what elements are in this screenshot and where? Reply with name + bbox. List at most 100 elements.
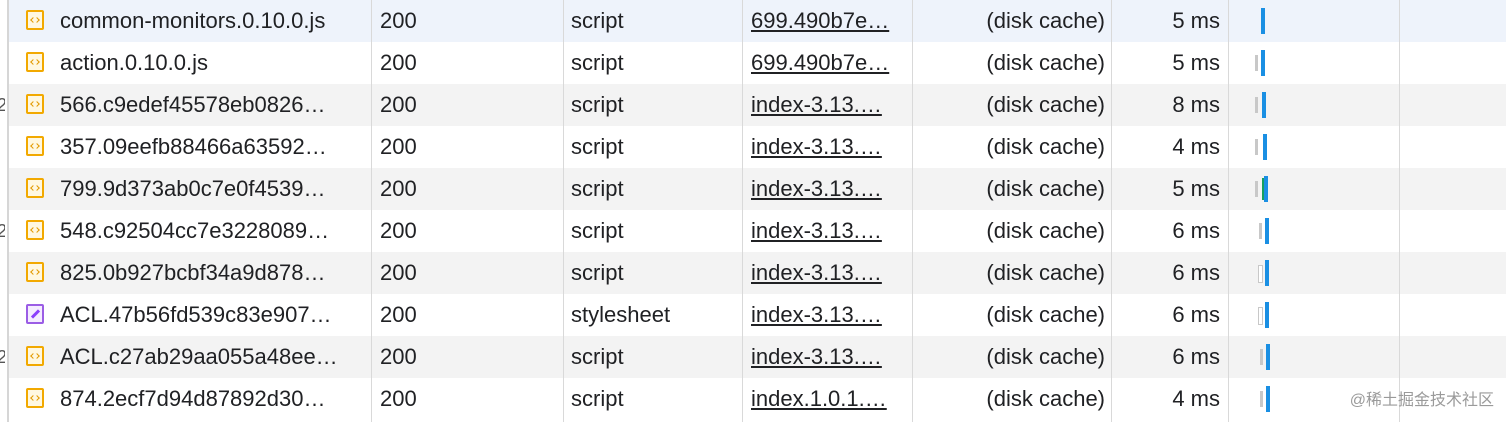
request-name: common-monitors.0.10.0.js: [60, 8, 326, 33]
table-row[interactable]: 799.9d373ab0c7e0f4539… 200 script index-3.1…: [9, 168, 1506, 210]
request-name-cell[interactable]: common-monitors.0.10.0.js: [9, 0, 371, 42]
type-cell: script: [571, 260, 624, 285]
size-cell: (disk cache): [986, 386, 1105, 411]
size-cell: (disk cache): [986, 260, 1105, 285]
waterfall-cell: [1228, 294, 1399, 336]
waterfall-marker: [1262, 178, 1264, 200]
type-cell: script: [571, 218, 624, 243]
waterfall-cell: [1228, 0, 1399, 42]
status-cell: 200: [380, 176, 417, 201]
waterfall-bar: [1261, 8, 1265, 34]
status-cell: 200: [380, 8, 417, 33]
table-row[interactable]: 566.c9edef45578eb0826… 200 script index-3.1…: [9, 84, 1506, 126]
status-cell: 200: [380, 260, 417, 285]
empty-column-cell: [1399, 84, 1506, 126]
waterfall-bar: [1262, 92, 1266, 118]
column-divider: [1228, 0, 1229, 422]
initiator-link[interactable]: index.1.0.1.…: [742, 378, 912, 420]
gutter-fragment: 2: [0, 350, 5, 364]
column-divider: [912, 0, 913, 422]
request-name: ACL.47b56fd539c83e907…: [60, 302, 332, 327]
time-cell: 5 ms: [1172, 50, 1220, 75]
time-cell: 6 ms: [1172, 260, 1220, 285]
waterfall-wait-segment: [1260, 391, 1263, 407]
waterfall-cell: [1228, 126, 1399, 168]
waterfall-wait-segment: [1255, 181, 1258, 197]
waterfall-bar: [1265, 218, 1269, 244]
type-cell: script: [571, 344, 624, 369]
empty-column-cell: [1399, 126, 1506, 168]
time-cell: 5 ms: [1172, 176, 1220, 201]
time-cell: 8 ms: [1172, 92, 1220, 117]
script-file-icon: [26, 10, 44, 30]
waterfall-bar: [1263, 134, 1267, 160]
initiator-link[interactable]: 699.490b7e…: [742, 0, 912, 42]
table-row[interactable]: ACL.47b56fd539c83e907… 200 stylesheet index…: [9, 294, 1506, 336]
request-name-cell[interactable]: action.0.10.0.js: [9, 42, 371, 84]
status-cell: 200: [380, 386, 417, 411]
initiator-link[interactable]: index-3.13.…: [742, 126, 912, 168]
table-row[interactable]: action.0.10.0.js 200 script 699.490b7e… (dis…: [9, 42, 1506, 84]
size-cell: (disk cache): [986, 50, 1105, 75]
size-cell: (disk cache): [986, 302, 1105, 327]
request-name-cell[interactable]: 357.09eefb88466a63592…: [9, 126, 371, 168]
request-name-cell[interactable]: 566.c9edef45578eb0826…: [9, 84, 371, 126]
time-cell: 6 ms: [1172, 218, 1220, 243]
request-name: 825.0b927bcbf34a9d878…: [60, 260, 326, 285]
script-file-icon: [26, 262, 44, 282]
table-row[interactable]: 825.0b927bcbf34a9d878… 200 script index-3.1…: [9, 252, 1506, 294]
empty-column-cell: [1399, 0, 1506, 42]
column-divider: [1111, 0, 1112, 422]
column-divider: [563, 0, 564, 422]
watermark: @稀土掘金技术社区: [1349, 392, 1494, 409]
gutter-fragment: 2: [0, 98, 5, 112]
request-name-cell[interactable]: 825.0b927bcbf34a9d878…: [9, 252, 371, 294]
waterfall-cell: [1228, 42, 1399, 84]
initiator-link[interactable]: 699.490b7e…: [742, 42, 912, 84]
network-request-table: 2 2 2 common-monitors.0.10.0.js 200 script…: [0, 0, 1506, 422]
size-cell: (disk cache): [986, 344, 1105, 369]
table-row[interactable]: ACL.c27ab29aa055a48ee… 200 script index-3.1…: [9, 336, 1506, 378]
size-cell: (disk cache): [986, 176, 1105, 201]
initiator-link[interactable]: index-3.13.…: [742, 210, 912, 252]
request-name-cell[interactable]: 874.2ecf7d94d87892d30…: [9, 378, 371, 420]
initiator-link[interactable]: index-3.13.…: [742, 336, 912, 378]
request-name-cell[interactable]: 799.9d373ab0c7e0f4539…: [9, 168, 371, 210]
table-row[interactable]: common-monitors.0.10.0.js 200 script 699.49…: [9, 0, 1506, 42]
waterfall-wait-segment: [1255, 139, 1258, 155]
initiator-link[interactable]: index-3.13.…: [742, 84, 912, 126]
request-name: 357.09eefb88466a63592…: [60, 134, 327, 159]
time-cell: 5 ms: [1172, 8, 1220, 33]
type-cell: script: [571, 50, 624, 75]
column-divider: [1399, 0, 1400, 422]
type-cell: script: [571, 8, 624, 33]
left-gutter: 2 2 2: [0, 0, 9, 422]
request-name-cell[interactable]: ACL.c27ab29aa055a48ee…: [9, 336, 371, 378]
table-row[interactable]: 357.09eefb88466a63592… 200 script index-3.1…: [9, 126, 1506, 168]
script-file-icon: [26, 220, 44, 240]
script-file-icon: [26, 346, 44, 366]
initiator-link[interactable]: index-3.13.…: [742, 168, 912, 210]
time-cell: 4 ms: [1172, 386, 1220, 411]
waterfall-bar: [1266, 386, 1270, 412]
waterfall-wait-segment: [1258, 307, 1263, 325]
initiator-link[interactable]: index-3.13.…: [742, 294, 912, 336]
size-cell: (disk cache): [986, 218, 1105, 243]
type-cell: script: [571, 386, 624, 411]
request-name: 874.2ecf7d94d87892d30…: [60, 386, 326, 411]
column-divider: [742, 0, 743, 422]
status-cell: 200: [380, 50, 417, 75]
table-row[interactable]: 874.2ecf7d94d87892d30… 200 script index.1.0…: [9, 378, 1506, 420]
initiator-link[interactable]: index-3.13.…: [742, 252, 912, 294]
waterfall-bar: [1265, 302, 1269, 328]
type-cell: stylesheet: [571, 302, 671, 327]
request-name-cell[interactable]: 548.c92504cc7e3228089…: [9, 210, 371, 252]
script-file-icon: [26, 178, 44, 198]
request-name-cell[interactable]: ACL.47b56fd539c83e907…: [9, 294, 371, 336]
table-row[interactable]: 548.c92504cc7e3228089… 200 script index-3.1…: [9, 210, 1506, 252]
gutter-fragment: 2: [0, 224, 5, 238]
waterfall-cell: [1228, 252, 1399, 294]
waterfall-wait-segment: [1258, 265, 1263, 283]
size-cell: (disk cache): [986, 8, 1105, 33]
waterfall-cell: [1228, 336, 1399, 378]
